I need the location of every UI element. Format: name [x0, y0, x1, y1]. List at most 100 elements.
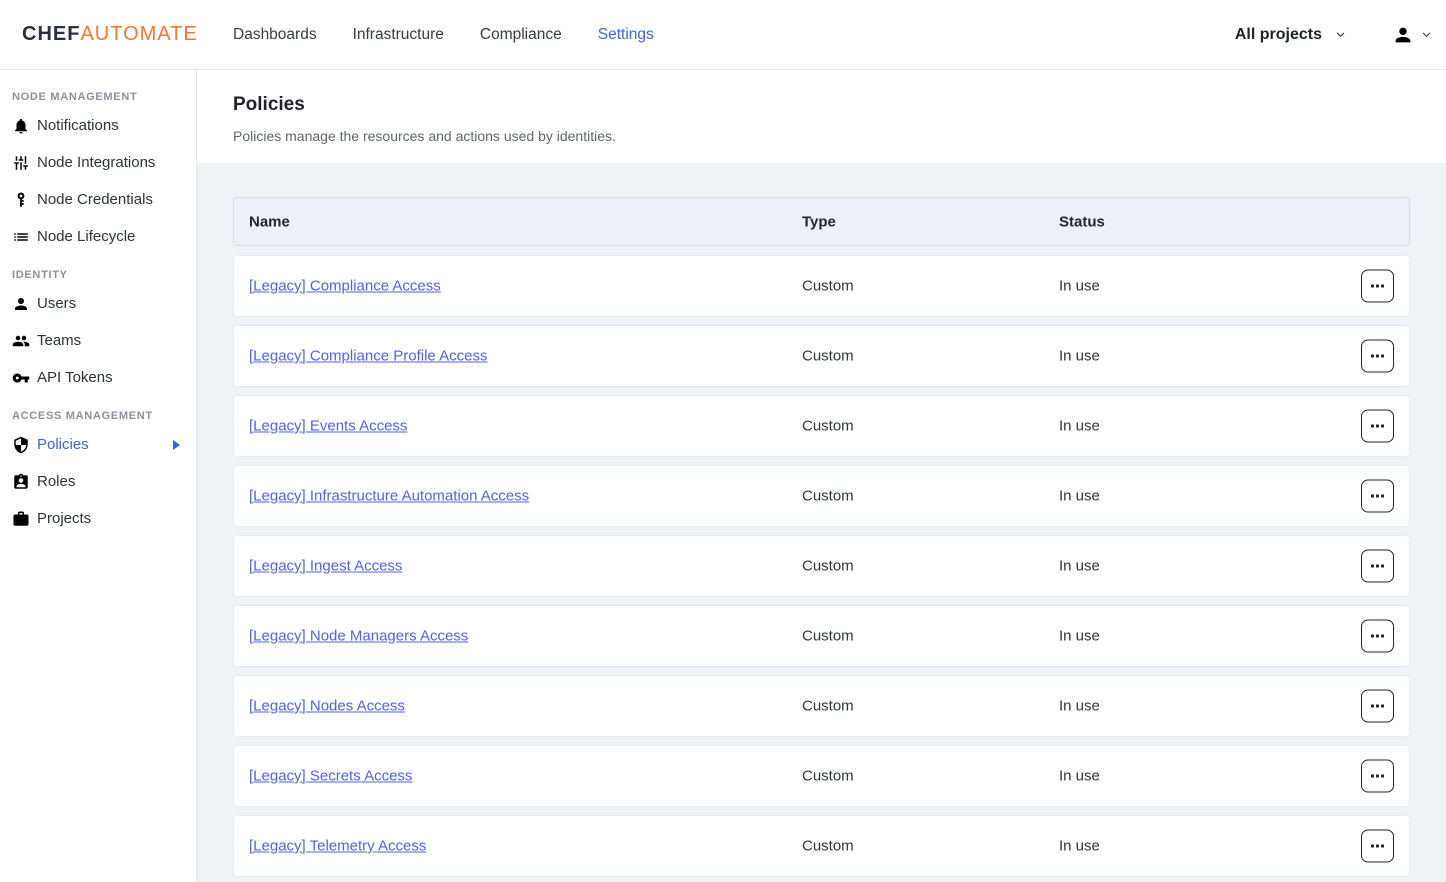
policy-type: Custom — [802, 418, 854, 435]
policy-link[interactable]: [Legacy] Events Access — [249, 418, 407, 435]
group-icon — [12, 332, 30, 350]
shield-icon — [12, 436, 30, 454]
ellipsis-icon — [1371, 355, 1374, 358]
sidebar-item-node-integrations[interactable]: Node Integrations — [0, 144, 196, 181]
row-menu-button[interactable] — [1361, 480, 1394, 513]
sidebar-item-node-lifecycle[interactable]: Node Lifecycle — [0, 218, 196, 255]
table-row: [Legacy] Telemetry Access Custom In use — [233, 815, 1410, 877]
sidebar-item-label: Node Lifecycle — [37, 228, 135, 245]
policy-link[interactable]: [Legacy] Compliance Profile Access — [249, 348, 487, 365]
sidebar-item-label: Policies — [37, 436, 89, 453]
page-header: Policies Policies manage the resources a… — [197, 70, 1446, 163]
row-menu-button[interactable] — [1361, 690, 1394, 723]
sidebar-item-api-tokens[interactable]: API Tokens — [0, 359, 196, 396]
policy-link[interactable]: [Legacy] Infrastructure Automation Acces… — [249, 488, 529, 505]
row-menu-button[interactable] — [1361, 410, 1394, 443]
policy-status: In use — [1059, 698, 1100, 715]
top-navbar: CHEFAUTOMATE Dashboards Infrastructure C… — [0, 0, 1446, 70]
ellipsis-icon — [1371, 775, 1374, 778]
chef-automate-logo[interactable]: CHEFAUTOMATE — [22, 23, 198, 46]
sidebar-item-label: Users — [37, 295, 76, 312]
nav-infrastructure[interactable]: Infrastructure — [353, 26, 444, 44]
policy-status: In use — [1059, 488, 1100, 505]
settings-sidebar: NODE MANAGEMENT Notifications Node Integ… — [0, 70, 197, 882]
section-identity: IDENTITY Users Teams API Tokens — [0, 255, 196, 396]
policy-type: Custom — [802, 488, 854, 505]
key-vertical-icon — [12, 191, 30, 209]
table-row: [Legacy] Secrets Access Custom In use — [233, 745, 1410, 807]
user-avatar-icon — [1392, 24, 1414, 46]
sidebar-item-projects[interactable]: Projects — [0, 500, 196, 537]
policies-table: Name Type Status [Legacy] Compliance Acc… — [197, 163, 1446, 877]
ellipsis-icon — [1371, 425, 1374, 428]
row-menu-button[interactable] — [1361, 550, 1394, 583]
row-menu-button[interactable] — [1361, 270, 1394, 303]
policy-link[interactable]: [Legacy] Nodes Access — [249, 698, 405, 715]
policy-type: Custom — [802, 628, 854, 645]
ellipsis-icon — [1371, 285, 1374, 288]
ellipsis-icon — [1371, 845, 1374, 848]
section-title: NODE MANAGEMENT — [0, 91, 196, 103]
section-title: IDENTITY — [0, 269, 196, 281]
policy-link[interactable]: [Legacy] Node Managers Access — [249, 628, 468, 645]
policy-status: In use — [1059, 768, 1100, 785]
sidebar-item-label: Teams — [37, 332, 81, 349]
table-row: [Legacy] Infrastructure Automation Acces… — [233, 465, 1410, 527]
policy-status: In use — [1059, 348, 1100, 365]
sidebar-item-roles[interactable]: Roles — [0, 463, 196, 500]
policy-status: In use — [1059, 628, 1100, 645]
page-title: Policies — [233, 94, 1410, 116]
sliders-icon — [12, 154, 30, 172]
table-row: [Legacy] Ingest Access Custom In use — [233, 535, 1410, 597]
sidebar-item-notifications[interactable]: Notifications — [0, 107, 196, 144]
logo-chef: CHEF — [22, 23, 80, 45]
policy-status: In use — [1059, 838, 1100, 855]
policy-link[interactable]: [Legacy] Secrets Access — [249, 768, 412, 785]
row-menu-button[interactable] — [1361, 340, 1394, 373]
policy-type: Custom — [802, 348, 854, 365]
user-menu[interactable] — [1392, 24, 1432, 46]
expand-arrow-icon[interactable] — [173, 440, 180, 450]
sidebar-item-teams[interactable]: Teams — [0, 322, 196, 359]
bell-icon — [12, 117, 30, 135]
navbar-right: All projects — [1235, 0, 1432, 69]
policy-link[interactable]: [Legacy] Ingest Access — [249, 558, 402, 575]
nav-dashboards[interactable]: Dashboards — [233, 26, 317, 44]
sidebar-item-policies[interactable]: Policies — [0, 426, 196, 463]
column-header-name: Name — [249, 213, 290, 230]
ellipsis-icon — [1371, 565, 1374, 568]
projects-filter-dropdown[interactable]: All projects — [1235, 26, 1346, 44]
row-menu-button[interactable] — [1361, 830, 1394, 863]
policy-type: Custom — [802, 838, 854, 855]
policy-type: Custom — [802, 278, 854, 295]
table-row: [Legacy] Nodes Access Custom In use — [233, 675, 1410, 737]
column-header-status: Status — [1059, 213, 1105, 230]
policy-link[interactable]: [Legacy] Telemetry Access — [249, 838, 426, 855]
row-menu-button[interactable] — [1361, 760, 1394, 793]
nav-settings[interactable]: Settings — [598, 26, 654, 44]
policy-type: Custom — [802, 698, 854, 715]
policy-status: In use — [1059, 278, 1100, 295]
table-row: [Legacy] Events Access Custom In use — [233, 395, 1410, 457]
ellipsis-icon — [1371, 635, 1374, 638]
person-icon — [12, 295, 30, 313]
policy-status: In use — [1059, 558, 1100, 575]
table-row: [Legacy] Compliance Access Custom In use — [233, 255, 1410, 317]
sidebar-item-node-credentials[interactable]: Node Credentials — [0, 181, 196, 218]
list-icon — [12, 228, 30, 246]
policy-type: Custom — [802, 768, 854, 785]
ellipsis-icon — [1371, 495, 1374, 498]
section-access-management: ACCESS MANAGEMENT Policies Roles Project… — [0, 396, 196, 537]
policy-type: Custom — [802, 558, 854, 575]
policy-status: In use — [1059, 418, 1100, 435]
nav-compliance[interactable]: Compliance — [480, 26, 562, 44]
sidebar-item-label: Node Credentials — [37, 191, 153, 208]
sidebar-item-label: Roles — [37, 473, 75, 490]
policy-link[interactable]: [Legacy] Compliance Access — [249, 278, 441, 295]
chevron-down-icon — [1421, 29, 1432, 40]
table-row: [Legacy] Compliance Profile Access Custo… — [233, 325, 1410, 387]
section-title: ACCESS MANAGEMENT — [0, 410, 196, 422]
column-header-type: Type — [802, 213, 836, 230]
sidebar-item-users[interactable]: Users — [0, 285, 196, 322]
row-menu-button[interactable] — [1361, 620, 1394, 653]
